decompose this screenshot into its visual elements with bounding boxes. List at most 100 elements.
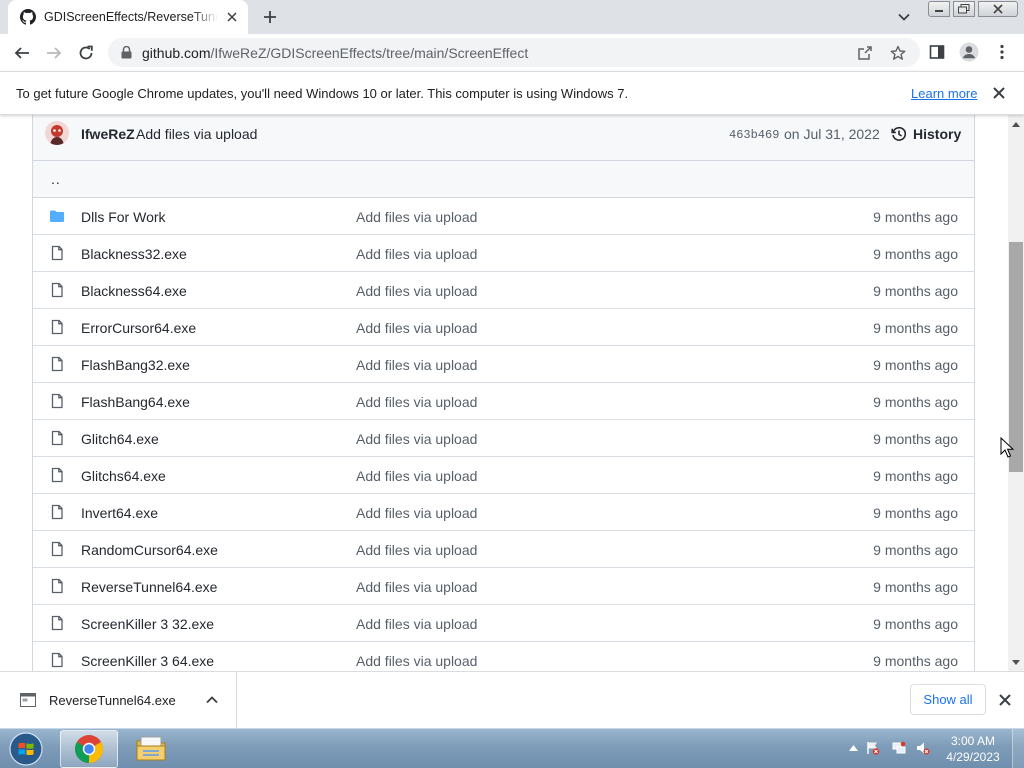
table-row[interactable]: ScreenKiller 3 32.exe Add files via uploa… xyxy=(33,605,974,642)
file-commit-message[interactable]: Add files via upload xyxy=(356,616,477,632)
forward-arrow-icon[interactable] xyxy=(40,39,68,67)
system-clock[interactable]: 3:00 AM 4/29/2023 xyxy=(940,733,1006,765)
file-commit-message[interactable]: Add files via upload xyxy=(356,394,477,410)
file-name-link[interactable]: ScreenKiller 3 32.exe xyxy=(81,616,214,632)
file-commit-message[interactable]: Add files via upload xyxy=(356,431,477,447)
profile-icon[interactable] xyxy=(958,41,980,63)
file-age: 9 months ago xyxy=(873,283,958,299)
reload-icon[interactable] xyxy=(72,39,100,67)
file-commit-message[interactable]: Add files via upload xyxy=(356,357,477,373)
show-all-button[interactable]: Show all xyxy=(910,684,986,715)
parent-directory-link[interactable]: .. xyxy=(51,171,61,187)
table-row[interactable]: FlashBang32.exe Add files via upload 9 mon… xyxy=(33,346,974,383)
learn-more-link[interactable]: Learn more xyxy=(911,86,977,101)
file-commit-message[interactable]: Add files via upload xyxy=(356,579,477,595)
chevron-down-icon[interactable] xyxy=(893,8,915,26)
windows-logo-icon xyxy=(9,732,43,766)
file-icon xyxy=(49,245,65,261)
folder-icon xyxy=(49,208,65,224)
file-name-link[interactable]: Invert64.exe xyxy=(81,505,158,521)
file-age: 9 months ago xyxy=(873,653,958,669)
download-item[interactable]: ReverseTunnel64.exe xyxy=(0,672,237,728)
file-name-link[interactable]: ReverseTunnel64.exe xyxy=(81,579,217,595)
file-name-link[interactable]: Blackness64.exe xyxy=(81,283,187,299)
commit-date: on Jul 31, 2022 xyxy=(784,126,880,142)
restore-window-icon[interactable] xyxy=(953,1,975,17)
file-age: 9 months ago xyxy=(873,431,958,447)
start-button[interactable] xyxy=(5,730,47,768)
file-age: 9 months ago xyxy=(873,579,958,595)
vertical-scrollbar[interactable] xyxy=(1008,115,1024,671)
scroll-down-icon[interactable] xyxy=(1008,655,1024,669)
file-icon xyxy=(49,430,65,446)
close-icon[interactable] xyxy=(990,84,1008,102)
file-name-link[interactable]: Blackness32.exe xyxy=(81,246,187,262)
file-commit-message[interactable]: Add files via upload xyxy=(356,542,477,558)
close-window-icon[interactable] xyxy=(978,1,1018,17)
parent-directory-row[interactable]: .. xyxy=(33,161,974,198)
address-bar[interactable]: github.com/IfweReZ/GDIScreenEffects/tree… xyxy=(108,38,920,67)
file-age: 9 months ago xyxy=(873,320,958,336)
table-row[interactable]: Invert64.exe Add files via upload 9 months… xyxy=(33,494,974,531)
file-icon xyxy=(49,393,65,409)
url-text[interactable]: github.com/IfweReZ/GDIScreenEffects/tree… xyxy=(142,45,528,61)
table-row[interactable]: ReverseTunnel64.exe Add files via upload 9… xyxy=(33,568,974,605)
file-name-link[interactable]: Dlls For Work xyxy=(81,209,166,225)
commit-sha[interactable]: 463b469 xyxy=(729,128,779,142)
browser-tab[interactable]: GDIScreenEffects/ReverseTunnel64.exe xyxy=(8,0,248,34)
close-icon[interactable] xyxy=(996,691,1014,709)
file-list: Dlls For Work Add files via upload 9 month… xyxy=(33,198,974,671)
action-center-flag-icon[interactable] xyxy=(866,741,880,755)
back-arrow-icon[interactable] xyxy=(8,39,36,67)
show-desktop-button[interactable] xyxy=(1012,729,1024,768)
share-icon[interactable] xyxy=(856,44,874,62)
plus-icon[interactable] xyxy=(258,6,282,28)
minimize-window-icon[interactable] xyxy=(928,1,950,17)
table-row[interactable]: RandomCursor64.exe Add files via upload 9 … xyxy=(33,531,974,568)
table-row[interactable]: Glitch64.exe Add files via upload 9 months… xyxy=(33,420,974,457)
history-link[interactable]: History xyxy=(891,124,961,144)
chrome-taskbar-button[interactable] xyxy=(60,730,118,768)
file-commit-message[interactable]: Add files via upload xyxy=(356,468,477,484)
file-browser: IfweReZ Add files via upload 463b469 on … xyxy=(32,115,975,671)
file-commit-message[interactable]: Add files via upload xyxy=(356,283,477,299)
taskbar: 3:00 AM 4/29/2023 xyxy=(0,728,1024,768)
table-row[interactable]: Dlls For Work Add files via upload 9 month… xyxy=(33,198,974,235)
lock-icon[interactable] xyxy=(118,45,134,61)
table-row[interactable]: ScreenKiller 3 64.exe Add files via uploa… xyxy=(33,642,974,671)
file-age: 9 months ago xyxy=(873,542,958,558)
kebab-menu-icon[interactable] xyxy=(991,41,1013,63)
executable-file-icon xyxy=(20,692,36,708)
table-row[interactable]: Blackness32.exe Add files via upload 9 mon… xyxy=(33,235,974,272)
file-name-link[interactable]: Glitch64.exe xyxy=(81,431,159,447)
table-row[interactable]: ErrorCursor64.exe Add files via upload 9 m… xyxy=(33,309,974,346)
table-row[interactable]: Glitchs64.exe Add files via upload 9 month… xyxy=(33,457,974,494)
commit-author[interactable]: IfweReZ xyxy=(81,126,135,142)
chevron-up-icon[interactable] xyxy=(204,692,220,708)
file-name-link[interactable]: ErrorCursor64.exe xyxy=(81,320,196,336)
file-name-link[interactable]: ScreenKiller 3 64.exe xyxy=(81,653,214,669)
file-age: 9 months ago xyxy=(873,246,958,262)
file-commit-message[interactable]: Add files via upload xyxy=(356,653,477,669)
file-name-link[interactable]: RandomCursor64.exe xyxy=(81,542,218,558)
volume-muted-icon[interactable] xyxy=(916,741,930,755)
file-explorer-taskbar-button[interactable] xyxy=(122,730,180,768)
chrome-icon xyxy=(75,735,103,763)
scroll-up-icon[interactable] xyxy=(1008,117,1024,131)
file-commit-message[interactable]: Add files via upload xyxy=(356,246,477,262)
table-row[interactable]: Blackness64.exe Add files via upload 9 mon… xyxy=(33,272,974,309)
file-name-link[interactable]: Glitchs64.exe xyxy=(81,468,166,484)
side-panel-icon[interactable] xyxy=(926,41,948,63)
close-icon[interactable] xyxy=(224,9,240,25)
file-name-link[interactable]: FlashBang64.exe xyxy=(81,394,190,410)
file-commit-message[interactable]: Add files via upload xyxy=(356,320,477,336)
commit-message[interactable]: Add files via upload xyxy=(136,126,257,142)
network-icon[interactable] xyxy=(892,741,906,755)
file-name-link[interactable]: FlashBang32.exe xyxy=(81,357,190,373)
show-hidden-icons-icon[interactable] xyxy=(846,741,860,755)
star-icon[interactable] xyxy=(889,44,907,62)
file-commit-message[interactable]: Add files via upload xyxy=(356,209,477,225)
file-commit-message[interactable]: Add files via upload xyxy=(356,505,477,521)
table-row[interactable]: FlashBang64.exe Add files via upload 9 mon… xyxy=(33,383,974,420)
avatar[interactable] xyxy=(45,121,69,145)
